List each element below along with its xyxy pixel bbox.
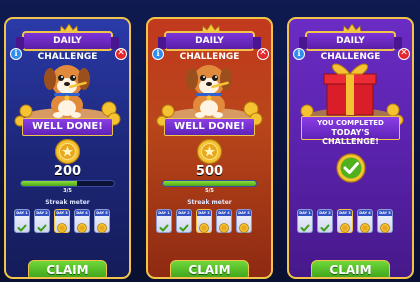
- progress-bar: [20, 180, 115, 187]
- daily-challenge-card-2: DAILY CHALLENGE i ✕ WELL DONE! 500 5/5 S…: [146, 17, 273, 279]
- streak-day-3: DAY 3300: [54, 209, 70, 233]
- progress-bar-fill: [21, 181, 77, 186]
- daily-challenge-card-1: DAILY CHALLENGE i ✕ WELL DONE! 200 3/5 S…: [4, 17, 131, 279]
- coin-icon: [340, 218, 350, 233]
- coin-icon: [380, 218, 390, 233]
- info-icon[interactable]: i: [293, 48, 305, 60]
- coin-icon: [97, 218, 107, 233]
- streak-day-label: DAY 4: [217, 210, 231, 216]
- card-title-banner: DAILY CHALLENGE: [158, 31, 261, 62]
- info-icon[interactable]: i: [152, 48, 164, 60]
- streak-day-5: DAY 5500: [94, 209, 110, 233]
- reward-amount: 500: [195, 164, 224, 179]
- streak-day-label: DAY 1: [15, 210, 29, 216]
- streak-days: DAY 1 DAY 2 DAY 3300DAY 4400DAY 5500: [14, 209, 110, 233]
- streak-day-1: DAY 1: [14, 209, 30, 233]
- checkmark-badge-icon: [336, 153, 366, 183]
- completed-ribbon: YOU COMPLETED TODAY'S CHALLENGE!: [301, 116, 400, 146]
- streak-day-label: DAY 3: [55, 210, 69, 216]
- streak-day-4: DAY 4400: [357, 209, 373, 233]
- streak-day-5: DAY 5500: [236, 209, 252, 233]
- streak-day-2: DAY 2: [176, 209, 192, 233]
- streak-day-label: DAY 3: [197, 210, 211, 216]
- progress-bar: [162, 180, 257, 187]
- streak-meter-label: Streak meter: [187, 199, 232, 206]
- streak-day-label: DAY 5: [378, 210, 392, 216]
- streak-day-label: DAY 1: [157, 210, 171, 216]
- coin-reward-icon: [197, 139, 222, 164]
- streak-days: DAY 1 DAY 2 DAY 3300DAY 4400DAY 5500: [156, 209, 252, 233]
- coin-reward-icon: [55, 139, 80, 164]
- claim-button[interactable]: CLAIM: [28, 260, 107, 277]
- coin-icon: [57, 218, 67, 233]
- claim-button[interactable]: CLAIM: [311, 260, 390, 277]
- close-icon[interactable]: ✕: [398, 48, 410, 60]
- checkmark-icon: [320, 218, 330, 232]
- streak-day-2: DAY 2: [34, 209, 50, 233]
- streak-day-4: DAY 4400: [216, 209, 232, 233]
- streak-meter-label: Streak meter: [45, 199, 90, 206]
- well-done-ribbon: WELL DONE!: [22, 118, 113, 136]
- streak-day-1: DAY 1: [297, 209, 313, 233]
- streak-day-label: DAY 4: [75, 210, 89, 216]
- info-icon[interactable]: i: [10, 48, 22, 60]
- streak-day-2: DAY 2: [317, 209, 333, 233]
- streak-day-label: DAY 2: [35, 210, 49, 216]
- streak-day-4: DAY 4400: [74, 209, 90, 233]
- streak-day-label: DAY 1: [298, 210, 312, 216]
- checkmark-icon: [37, 218, 47, 232]
- completed-ribbon-line1: YOU COMPLETED: [317, 119, 384, 127]
- checkmark-icon: [17, 218, 27, 232]
- streak-day-label: DAY 5: [237, 210, 251, 216]
- streak-days: DAY 1 DAY 2 DAY 3300DAY 4400DAY 5500: [297, 209, 393, 233]
- streak-day-label: DAY 2: [318, 210, 332, 216]
- streak-day-5: DAY 5500: [377, 209, 393, 233]
- coin-icon: [219, 218, 229, 233]
- coin-icon: [239, 218, 249, 233]
- claim-button[interactable]: CLAIM: [170, 260, 249, 277]
- streak-day-label: DAY 5: [95, 210, 109, 216]
- streak-day-label: DAY 4: [358, 210, 372, 216]
- well-done-ribbon: WELL DONE!: [164, 118, 255, 136]
- checkmark-icon: [159, 218, 169, 232]
- daily-challenge-card-3: DAILY CHALLENGE i ✕ YOU COMPLETED TODAY'…: [287, 17, 414, 279]
- coin-icon: [199, 218, 209, 233]
- daily-challenge-screens: DAILY CHALLENGE i ✕ WELL DONE! 200 3/5 S…: [0, 0, 420, 282]
- progress-bar-fill: [163, 181, 256, 186]
- coin-icon: [360, 218, 370, 233]
- reward-amount: 200: [53, 164, 82, 179]
- completed-ribbon-line2: TODAY'S CHALLENGE!: [322, 128, 379, 146]
- close-icon[interactable]: ✕: [257, 48, 269, 60]
- streak-day-3: DAY 3300: [196, 209, 212, 233]
- streak-day-1: DAY 1: [156, 209, 172, 233]
- checkmark-icon: [300, 218, 310, 232]
- coin-icon: [77, 218, 87, 233]
- card-title-banner: DAILY CHALLENGE: [16, 31, 119, 62]
- streak-day-3: DAY 3300: [337, 209, 353, 233]
- streak-day-label: DAY 3: [338, 210, 352, 216]
- streak-day-label: DAY 2: [177, 210, 191, 216]
- progress-fraction: 5/5: [205, 188, 214, 194]
- progress-fraction: 3/5: [63, 188, 72, 194]
- card-title-banner: DAILY CHALLENGE: [299, 31, 402, 62]
- close-icon[interactable]: ✕: [115, 48, 127, 60]
- checkmark-icon: [179, 218, 189, 232]
